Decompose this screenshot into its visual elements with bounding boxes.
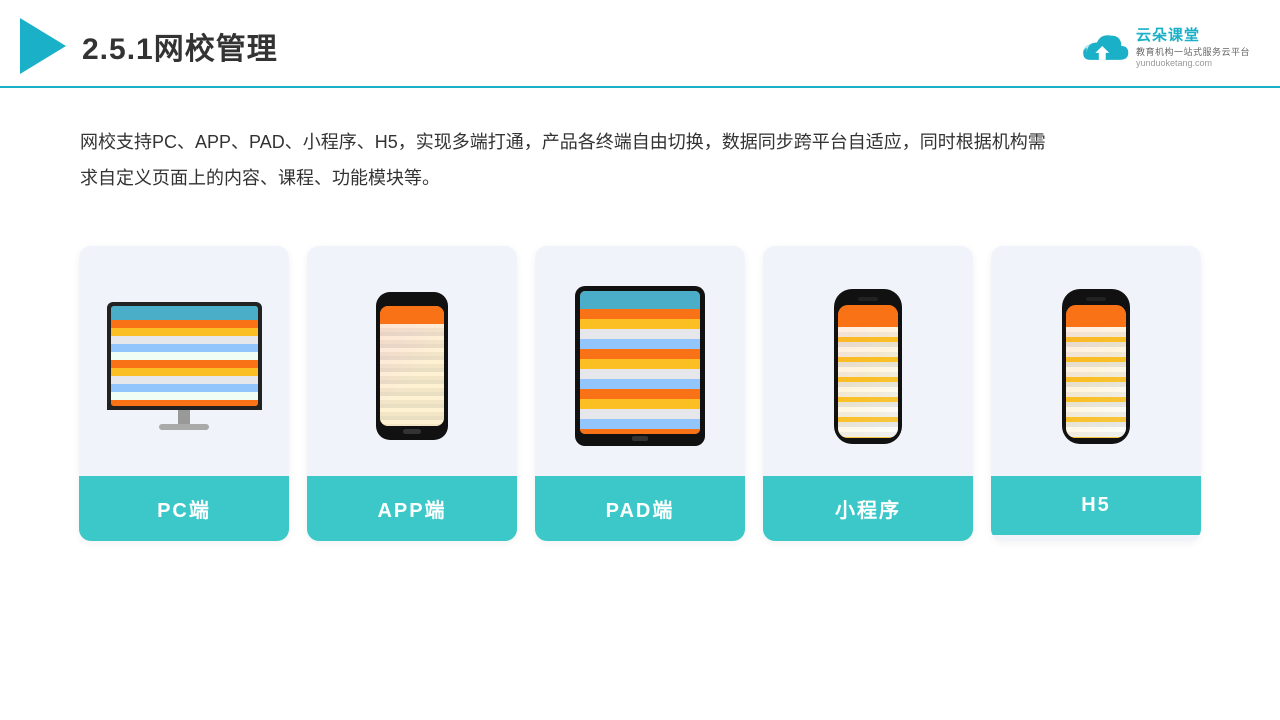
card-miniapp-image [763,246,973,476]
card-pad: PAD端 [535,246,745,541]
brand-url: yunduoketang.com [1136,58,1212,68]
header: 2.5.1网校管理 云朵课堂 教育机构一站式服务云平台 yunduoketang… [0,0,1280,88]
logo-triangle-icon [20,18,66,74]
cards-container: PC端 APP端 PAD端 [0,226,1280,571]
card-app-image [307,246,517,476]
card-h5-label: H5 [991,476,1201,535]
card-miniapp-label: 小程序 [763,476,973,541]
header-left: 2.5.1网校管理 [20,18,278,74]
card-app-label: APP端 [307,476,517,541]
card-pc: PC端 [79,246,289,541]
card-h5: H5 [991,246,1201,541]
brand-text: 云朵课堂 教育机构一站式服务云平台 yunduoketang.com [1136,24,1250,68]
description-text: 网校支持PC、APP、PAD、小程序、H5，实现多端打通，产品各终端自由切换，数… [0,88,1100,216]
card-pad-label: PAD端 [535,476,745,541]
phone-tall-icon-h5 [1062,289,1130,444]
monitor-icon [107,302,262,430]
card-miniapp: 小程序 [763,246,973,541]
tablet-icon [575,286,705,446]
cloud-icon [1078,28,1130,64]
brand-slogan: 教育机构一站式服务云平台 [1136,45,1250,58]
card-h5-image [991,246,1201,476]
brand-logo: 云朵课堂 教育机构一站式服务云平台 yunduoketang.com [1078,24,1250,68]
brand-name: 云朵课堂 [1136,24,1200,45]
card-app: APP端 [307,246,517,541]
page-title: 2.5.1网校管理 [82,24,278,68]
header-right: 云朵课堂 教育机构一站式服务云平台 yunduoketang.com [1078,24,1250,68]
phone-icon [376,292,448,440]
phone-tall-icon-miniapp [834,289,902,444]
card-pad-image [535,246,745,476]
card-pc-label: PC端 [79,476,289,541]
card-pc-image [79,246,289,476]
